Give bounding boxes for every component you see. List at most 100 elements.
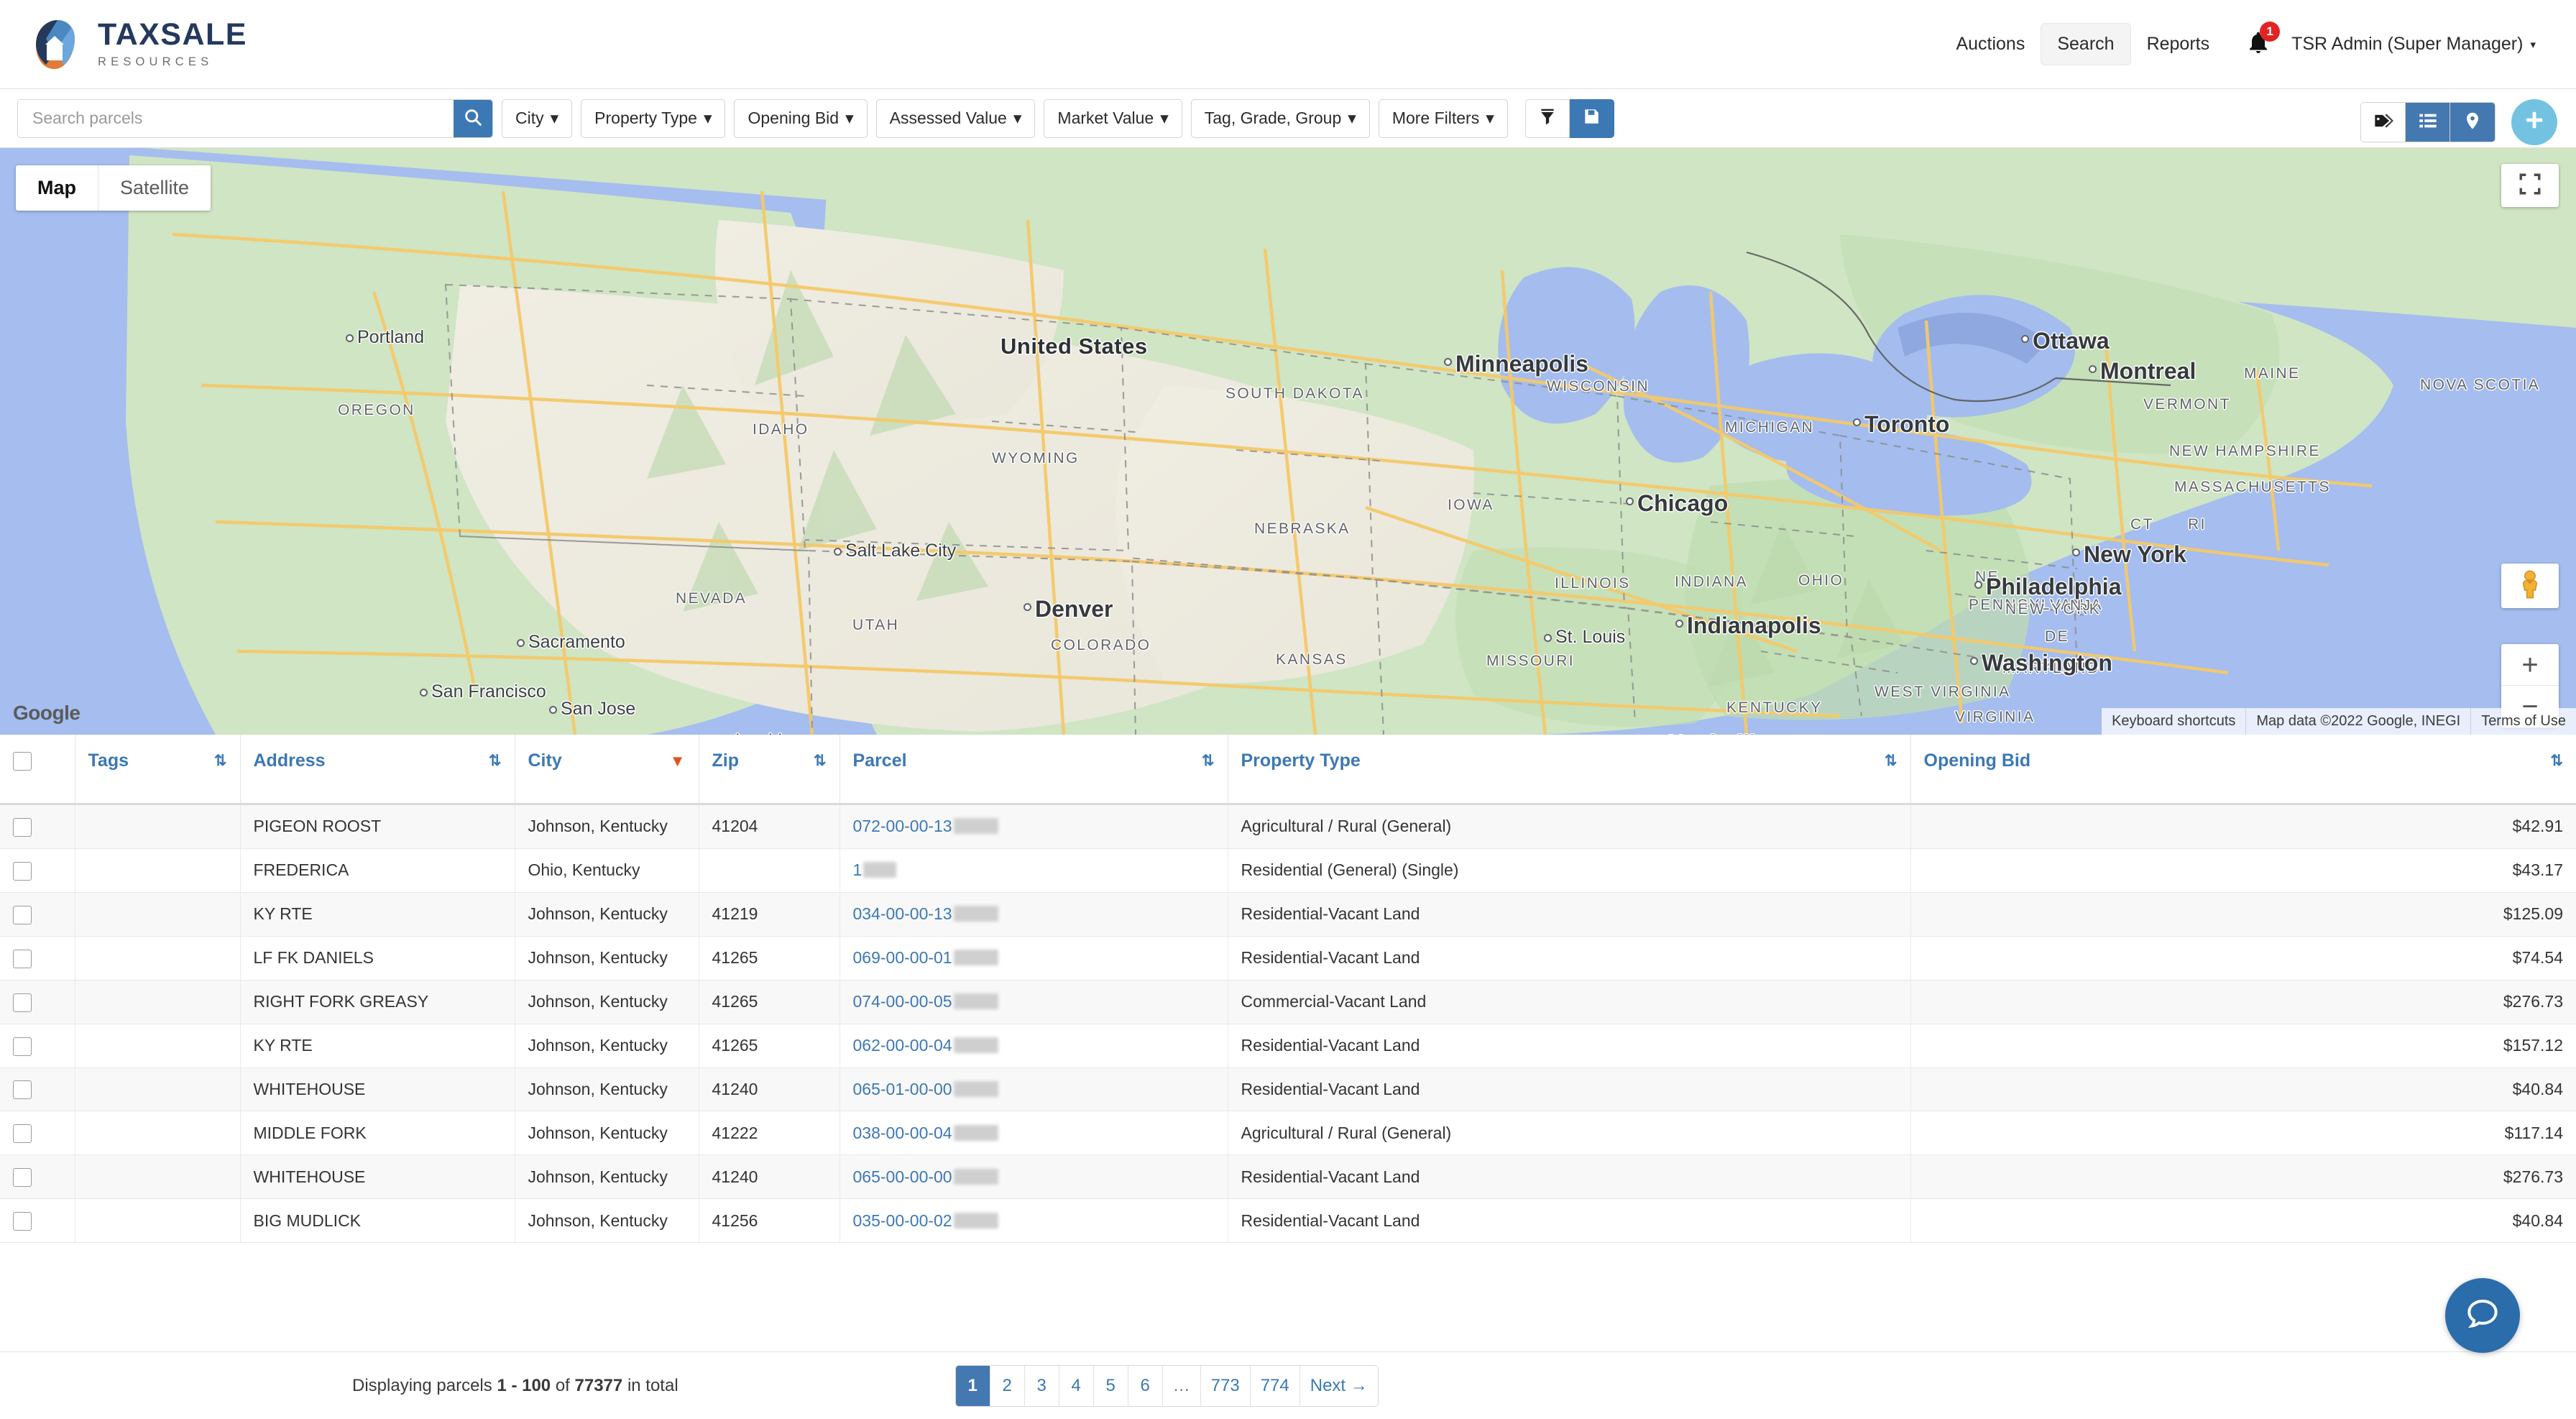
map-fullscreen-button[interactable] (2501, 164, 2559, 207)
map-panel[interactable]: Map Satellite + − Google Keyboard shortc… (0, 148, 2576, 735)
filter-opening-bid-dropdown[interactable]: Opening Bid ▾ (734, 98, 868, 138)
pagination-page-5[interactable]: 5 (1093, 1365, 1128, 1406)
sort-icon-tags[interactable]: ⇅ (214, 752, 227, 770)
pagination-page-6[interactable]: 6 (1128, 1365, 1163, 1406)
cell-address[interactable]: RIGHT FORK GREASY (240, 980, 515, 1024)
cell-address[interactable]: WHITEHOUSE (240, 1154, 515, 1200)
cell-property-type[interactable]: Agricultural / Rural (General) (1228, 804, 1911, 849)
nav-link-auctions[interactable]: Auctions (1940, 24, 2041, 65)
cell-address[interactable]: KY RTE (240, 892, 515, 937)
cell-address[interactable]: FREDERICA (240, 848, 515, 893)
row-select-checkbox[interactable] (13, 1037, 32, 1056)
row-select-checkbox[interactable] (13, 1080, 32, 1100)
row-select-checkbox[interactable] (13, 1124, 32, 1144)
cell-opening-bid[interactable]: $157.12 (1910, 1024, 2576, 1068)
cell-zip[interactable]: 41204 (699, 804, 840, 849)
sort-icon-parcel[interactable]: ⇅ (1202, 752, 1215, 770)
row-select-checkbox[interactable] (13, 1212, 32, 1231)
cell-property-type[interactable]: Residential-Vacant Land (1228, 1154, 1911, 1200)
row-select-checkbox[interactable] (13, 993, 32, 1012)
cell-opening-bid[interactable]: $117.14 (1910, 1111, 2576, 1156)
cell-address[interactable]: LF FK DANIELS (240, 936, 515, 981)
map-zoom-in-button[interactable]: + (2501, 644, 2559, 686)
column-header-tags[interactable]: Tags ⇅ (75, 735, 241, 805)
cell-zip[interactable] (699, 848, 840, 893)
cell-address[interactable]: MIDDLE FORK (240, 1111, 515, 1156)
nav-link-search[interactable]: Search (2041, 23, 2131, 65)
row-select-checkbox[interactable] (13, 905, 32, 924)
table-row[interactable]: LF FK DANIELS Johnson, Kentucky 41265 069-0… (0, 936, 2576, 981)
tags-view-button[interactable] (2361, 103, 2406, 142)
map-type-satellite-button[interactable]: Satellite (98, 165, 211, 211)
sort-icon-address[interactable]: ⇅ (489, 752, 502, 770)
cell-property-type[interactable]: Agricultural / Rural (General) (1228, 1111, 1911, 1156)
filter-more-filters-dropdown[interactable]: More Filters ▾ (1378, 98, 1508, 138)
add-parcel-button[interactable] (2511, 99, 2557, 145)
cell-address[interactable]: BIG MUDLICK (240, 1198, 515, 1244)
save-filters-button[interactable] (1569, 98, 1614, 138)
table-row[interactable]: KY RTE Johnson, Kentucky 41219 034-00-00-13… (0, 892, 2576, 937)
sort-icon-opening-bid[interactable]: ⇅ (2550, 752, 2563, 770)
cell-zip[interactable]: 41240 (699, 1067, 840, 1112)
row-select-checkbox[interactable] (13, 817, 32, 837)
row-select-checkbox[interactable] (13, 1168, 32, 1188)
parcel-number-link[interactable]: 074-00-00-05 (853, 992, 952, 1011)
cell-opening-bid[interactable]: $43.17 (1910, 848, 2576, 893)
table-row[interactable]: MIDDLE FORK Johnson, Kentucky 41222 038-00-… (0, 1111, 2576, 1156)
search-input[interactable] (18, 99, 454, 137)
select-all-checkbox[interactable] (13, 752, 32, 771)
row-select-checkbox[interactable] (13, 949, 32, 968)
parcel-number-link[interactable]: 034-00-00-13 (853, 904, 952, 923)
parcel-number-link[interactable]: 072-00-00-13 (853, 817, 952, 835)
table-row[interactable]: BIG MUDLICK Johnson, Kentucky 41256 035-00-… (0, 1198, 2576, 1244)
cell-opening-bid[interactable]: $276.73 (1910, 980, 2576, 1024)
cell-zip[interactable]: 41222 (699, 1111, 840, 1156)
sort-icon-property-type[interactable]: ⇅ (1885, 752, 1898, 770)
pagination-page-4[interactable]: 4 (1059, 1365, 1094, 1406)
cell-property-type[interactable]: Residential-Vacant Land (1228, 892, 1911, 937)
nav-link-reports[interactable]: Reports (2131, 24, 2226, 65)
parcel-number-link[interactable]: 038-00-00-04 (853, 1124, 952, 1142)
column-header-parcel[interactable]: Parcel ⇅ (840, 735, 1228, 805)
clear-filters-button[interactable] (1524, 98, 1570, 138)
cell-zip[interactable]: 41265 (699, 936, 840, 981)
cell-property-type[interactable]: Residential (General) (Single) (1228, 848, 1911, 893)
sort-icon-zip[interactable]: ⇅ (814, 752, 827, 770)
cell-zip[interactable]: 41256 (699, 1198, 840, 1244)
cell-opening-bid[interactable]: $40.84 (1910, 1067, 2576, 1112)
filter-property-type-dropdown[interactable]: Property Type ▾ (581, 98, 726, 138)
cell-property-type[interactable]: Commercial-Vacant Land (1228, 980, 1911, 1024)
street-view-control[interactable] (2501, 564, 2559, 608)
pagination-next-button[interactable]: Next → (1300, 1365, 1378, 1406)
cell-opening-bid[interactable]: $125.09 (1910, 892, 2576, 937)
pagination-page-774[interactable]: 774 (1250, 1365, 1300, 1406)
table-row[interactable]: WHITEHOUSE Johnson, Kentucky 41240 065-00-0… (0, 1154, 2576, 1200)
pagination-page-2[interactable]: 2 (990, 1365, 1025, 1406)
terms-of-use-link[interactable]: Terms of Use (2470, 708, 2576, 735)
user-account-menu[interactable]: TSR Admin (Super Manager) ▾ (2284, 34, 2536, 55)
map-type-map-button[interactable]: Map (16, 165, 98, 211)
filter-market-value-dropdown[interactable]: Market Value ▾ (1044, 98, 1182, 138)
cell-opening-bid[interactable]: $276.73 (1910, 1154, 2576, 1200)
sort-icon-city-descending[interactable]: ▼ (670, 752, 686, 771)
parcel-number-link[interactable]: 069-00-00-01 (853, 948, 952, 967)
column-header-city[interactable]: City ▼ (515, 735, 699, 805)
cell-address[interactable]: PIGEON ROOST (240, 804, 515, 849)
table-row[interactable]: WHITEHOUSE Johnson, Kentucky 41240 065-01-0… (0, 1067, 2576, 1112)
filter-tag-grade-group-dropdown[interactable]: Tag, Grade, Group ▾ (1190, 98, 1370, 138)
cell-zip[interactable]: 41265 (699, 1024, 840, 1068)
cell-property-type[interactable]: Residential-Vacant Land (1228, 1024, 1911, 1068)
filter-city-dropdown[interactable]: City ▾ (502, 98, 573, 138)
cell-zip[interactable]: 41240 (699, 1154, 840, 1200)
cell-opening-bid[interactable]: $40.84 (1910, 1198, 2576, 1244)
table-row[interactable]: PIGEON ROOST Johnson, Kentucky 41204 072-00… (0, 804, 2576, 849)
parcel-number-link[interactable]: 1 (853, 860, 862, 879)
cell-opening-bid[interactable]: $42.91 (1910, 804, 2576, 849)
pagination-page-3[interactable]: 3 (1024, 1365, 1059, 1406)
parcel-number-link[interactable]: 062-00-00-04 (853, 1036, 952, 1055)
cell-opening-bid[interactable]: $74.54 (1910, 936, 2576, 981)
cell-property-type[interactable]: Residential-Vacant Land (1228, 936, 1911, 981)
list-view-button[interactable] (2406, 103, 2450, 142)
column-header-property-type[interactable]: Property Type ⇅ (1228, 735, 1911, 805)
notifications-button[interactable]: 1 (2245, 22, 2281, 60)
